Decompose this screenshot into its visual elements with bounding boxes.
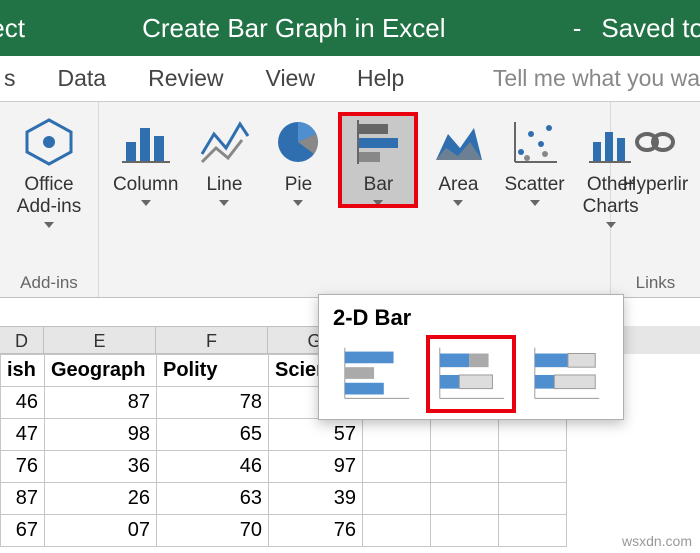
ribbon: Office Add-ins Add-ins Column Line xyxy=(0,102,700,298)
col-header-e[interactable]: E xyxy=(44,326,156,354)
cell[interactable] xyxy=(499,451,567,483)
col-header-d[interactable]: D xyxy=(0,326,44,354)
cell[interactable]: 76 xyxy=(269,515,363,547)
line-chart-button[interactable]: Line xyxy=(192,114,256,206)
cell[interactable] xyxy=(431,419,499,451)
bar-chart-dropdown: 2-D Bar xyxy=(318,294,624,420)
title-bar: oject Create Bar Graph in Excel - Saved … xyxy=(0,0,700,56)
save-status: Saved to xyxy=(591,13,700,44)
area-chart-label: Area xyxy=(438,174,478,196)
dropdown-arrow-icon xyxy=(293,200,303,206)
dropdown-arrow-icon xyxy=(530,200,540,206)
cell[interactable] xyxy=(363,483,431,515)
cell[interactable]: 87 xyxy=(45,387,157,419)
hyperlink-label: Hyperlir xyxy=(623,174,688,196)
dropdown-arrow-icon xyxy=(453,200,463,206)
ribbon-tabs: s Data Review View Help Tell me what you… xyxy=(0,56,700,102)
cell[interactable] xyxy=(363,451,431,483)
tab-formulas-fragment[interactable]: s xyxy=(4,65,16,92)
table-row: 67077076 xyxy=(1,515,567,547)
hyperlink-button[interactable]: Hyperlir xyxy=(619,114,692,196)
clustered-bar-option[interactable] xyxy=(333,337,418,411)
tab-review[interactable]: Review xyxy=(148,65,223,92)
cell[interactable]: 46 xyxy=(1,387,45,419)
table-row: 47986557 xyxy=(1,419,567,451)
hyperlink-icon xyxy=(627,114,683,170)
column-chart-button[interactable]: Column xyxy=(109,114,182,206)
addins-icon xyxy=(21,114,77,170)
cell[interactable]: Geograph xyxy=(45,355,157,387)
cell[interactable]: 26 xyxy=(45,483,157,515)
cell[interactable]: 67 xyxy=(1,515,45,547)
cell[interactable]: 46 xyxy=(157,451,269,483)
cell[interactable]: 65 xyxy=(157,419,269,451)
col-header-f[interactable]: F xyxy=(156,326,268,354)
cell[interactable] xyxy=(363,515,431,547)
cell[interactable] xyxy=(499,419,567,451)
watermark: wsxdn.com xyxy=(622,533,692,549)
charts-group: Column Line Pie Bar xyxy=(99,102,611,297)
pie-chart-icon xyxy=(270,114,326,170)
dropdown-arrow-icon xyxy=(141,200,151,206)
cell[interactable]: Polity xyxy=(157,355,269,387)
table-row: 76364697 xyxy=(1,451,567,483)
cell[interactable]: ish xyxy=(1,355,45,387)
cell[interactable]: 78 xyxy=(157,387,269,419)
dropdown-arrow-icon xyxy=(44,222,54,228)
line-chart-label: Line xyxy=(206,174,242,196)
bar-chart-button[interactable]: Bar xyxy=(340,114,416,206)
cell[interactable] xyxy=(363,419,431,451)
cell[interactable]: 47 xyxy=(1,419,45,451)
title-dash: - xyxy=(563,13,592,44)
addins-group: Office Add-ins Add-ins xyxy=(0,102,99,297)
tab-data[interactable]: Data xyxy=(58,65,107,92)
cell[interactable]: 98 xyxy=(45,419,157,451)
pie-chart-label: Pie xyxy=(285,174,312,196)
cell[interactable]: 57 xyxy=(269,419,363,451)
dropdown-arrow-icon xyxy=(373,200,383,206)
office-addins-button[interactable]: Office Add-ins xyxy=(13,114,85,228)
column-chart-label: Column xyxy=(113,174,178,196)
cell[interactable]: 97 xyxy=(269,451,363,483)
cell[interactable]: 39 xyxy=(269,483,363,515)
cell[interactable]: 87 xyxy=(1,483,45,515)
line-chart-icon xyxy=(196,114,252,170)
bar-chart-icon xyxy=(350,114,406,170)
dropdown-section-title: 2-D Bar xyxy=(319,295,623,337)
cell[interactable]: 76 xyxy=(1,451,45,483)
cell[interactable] xyxy=(499,515,567,547)
project-fragment: oject xyxy=(0,13,25,44)
pie-chart-button[interactable]: Pie xyxy=(266,114,330,206)
tell-me[interactable]: Tell me what you wa xyxy=(493,65,700,92)
tab-help[interactable]: Help xyxy=(357,65,404,92)
cell[interactable]: 63 xyxy=(157,483,269,515)
addins-group-label: Add-ins xyxy=(0,271,98,297)
cell[interactable]: 36 xyxy=(45,451,157,483)
cell[interactable] xyxy=(499,483,567,515)
dropdown-arrow-icon xyxy=(606,222,616,228)
column-chart-icon xyxy=(118,114,174,170)
links-group-label: Links xyxy=(611,271,700,297)
office-addins-label: Office Add-ins xyxy=(17,174,81,218)
tab-view[interactable]: View xyxy=(266,65,315,92)
scatter-chart-label: Scatter xyxy=(504,174,564,196)
area-chart-icon xyxy=(430,114,486,170)
area-chart-button[interactable]: Area xyxy=(426,114,490,206)
document-title: Create Bar Graph in Excel xyxy=(25,13,563,44)
dropdown-arrow-icon xyxy=(219,200,229,206)
cell[interactable] xyxy=(431,451,499,483)
scatter-chart-button[interactable]: Scatter xyxy=(500,114,568,206)
bar-chart-label: Bar xyxy=(364,174,394,196)
stacked-bar-option[interactable] xyxy=(428,337,513,411)
cell[interactable] xyxy=(431,515,499,547)
100-stacked-bar-option[interactable] xyxy=(524,337,609,411)
cell[interactable]: 07 xyxy=(45,515,157,547)
cell[interactable]: 70 xyxy=(157,515,269,547)
table-row: 87266339 xyxy=(1,483,567,515)
scatter-chart-icon xyxy=(507,114,563,170)
cell[interactable] xyxy=(431,483,499,515)
